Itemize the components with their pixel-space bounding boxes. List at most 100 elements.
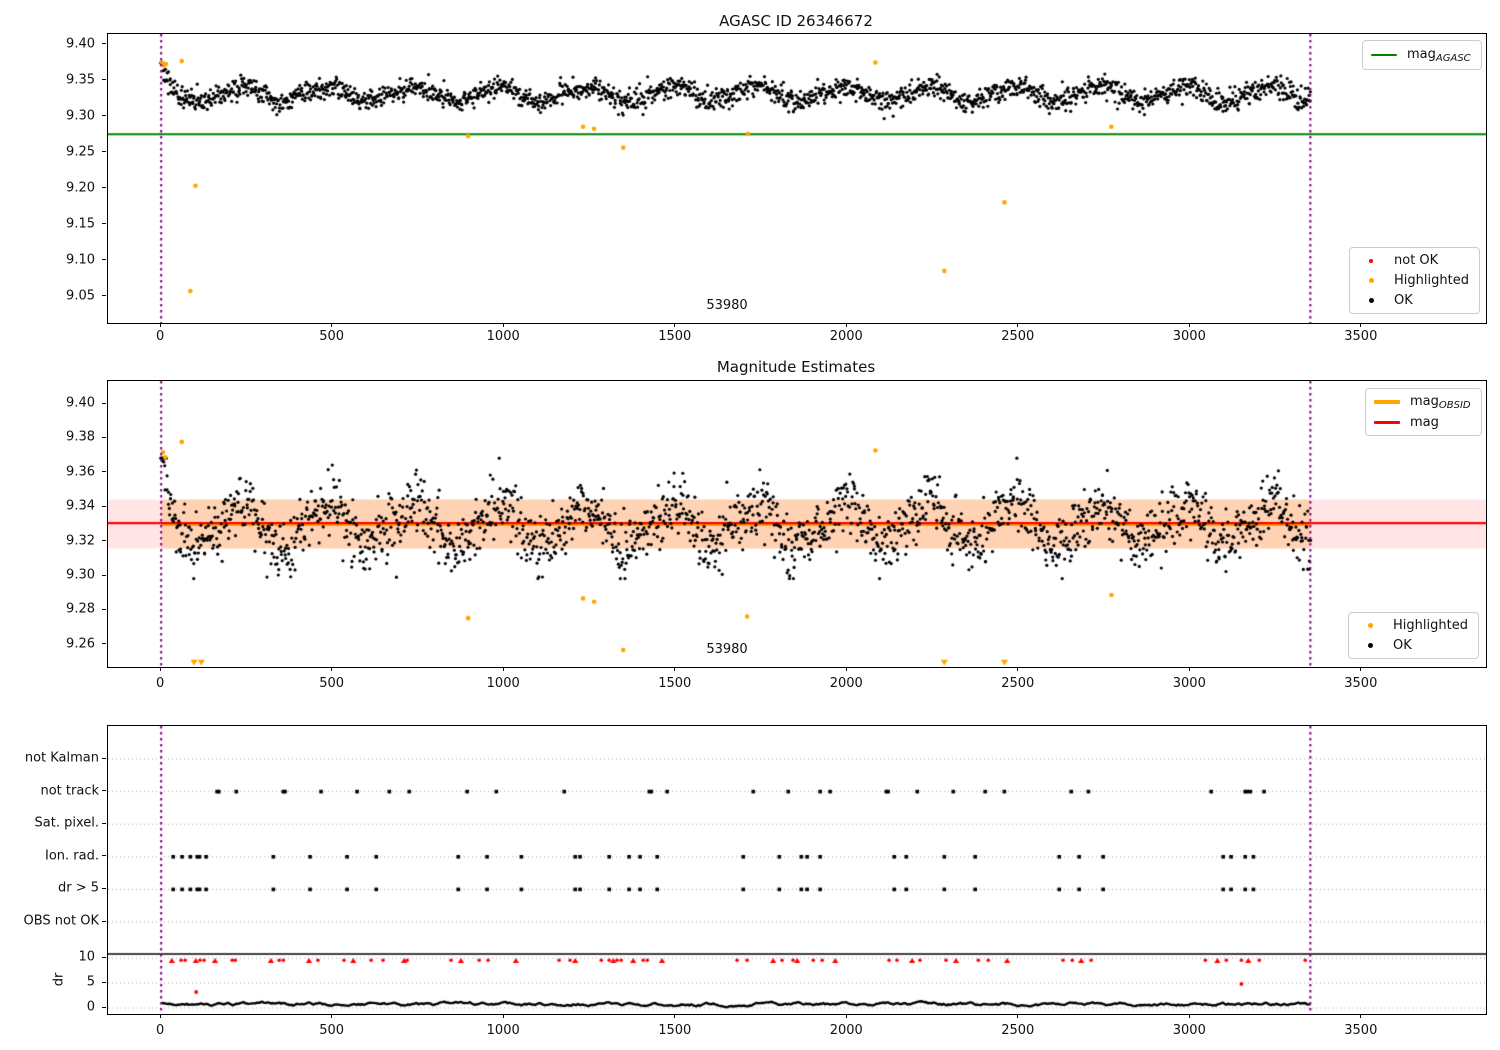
- dr-tick-label: 5: [86, 974, 95, 990]
- x-tick-label: 3500: [1344, 329, 1378, 344]
- plot2-data-canvas: [108, 381, 1486, 667]
- x-tick-label: 1500: [658, 1023, 692, 1038]
- plot1-title: AGASC ID 26346672: [719, 12, 873, 30]
- x-tick-label: 1000: [486, 676, 520, 691]
- x-tick-label: 500: [319, 676, 345, 691]
- legend-dot-icon: [1368, 298, 1374, 303]
- x-tick-label: 3000: [1172, 329, 1206, 344]
- legend-label: not OK: [1394, 253, 1439, 268]
- y-tick-label: 9.20: [66, 180, 95, 196]
- legend-dot-icon: [1368, 278, 1374, 283]
- dr-tick-label: 10: [78, 949, 95, 965]
- legend-line-swatch: [1374, 400, 1400, 404]
- y-tick-mark: [102, 540, 106, 542]
- x-tick-mark: [674, 1014, 676, 1018]
- y-tick-label: 9.30: [66, 567, 95, 583]
- plot1-data-canvas: [108, 34, 1486, 323]
- plot2-title: Magnitude Estimates: [716, 358, 876, 376]
- x-tick-label: 3500: [1344, 676, 1378, 691]
- x-tick-mark: [1017, 323, 1019, 327]
- x-tick-mark: [845, 323, 847, 327]
- y-tick-mark: [102, 643, 106, 645]
- legend-label: Highlighted: [1393, 618, 1468, 633]
- legend-entry: OK: [1357, 637, 1468, 654]
- x-tick-mark: [1017, 1014, 1019, 1018]
- y-tick-label: 9.40: [66, 36, 95, 52]
- x-tick-mark: [502, 1014, 504, 1018]
- y-tick-mark: [102, 402, 106, 404]
- x-tick-mark: [331, 1014, 333, 1018]
- legend-entry: Highlighted: [1357, 617, 1468, 634]
- flag-row-label: dr > 5: [57, 880, 99, 896]
- x-tick-mark: [1188, 1014, 1190, 1018]
- y-tick-mark: [102, 920, 106, 922]
- x-tick-label: 2500: [1001, 329, 1035, 344]
- legend-entry: mag: [1374, 414, 1471, 431]
- legend-dot-icon: [1367, 643, 1373, 648]
- y-tick-mark: [102, 43, 106, 45]
- y-tick-mark: [102, 436, 106, 438]
- figure-canvas: AGASC ID 26346672 Magnitude Estimates 53…: [0, 0, 1500, 1050]
- y-tick-label: 9.10: [66, 252, 95, 268]
- x-tick-mark: [331, 667, 333, 671]
- legend-label: magAGASC: [1407, 47, 1471, 64]
- x-tick-mark: [845, 1014, 847, 1018]
- legend-dot-swatch: [1358, 298, 1384, 303]
- y-tick-mark: [102, 608, 106, 610]
- plot2-obsid-annotation: 53980: [706, 642, 748, 657]
- x-tick-mark: [1360, 323, 1362, 327]
- y-tick-mark: [102, 956, 106, 958]
- x-tick-mark: [331, 323, 333, 327]
- x-tick-label: 3000: [1172, 676, 1206, 691]
- legend-dot-swatch: [1358, 278, 1384, 283]
- y-tick-label: 9.05: [66, 288, 95, 304]
- y-tick-mark: [102, 855, 106, 857]
- y-tick-mark: [102, 1006, 106, 1008]
- y-tick-label: 9.26: [66, 636, 95, 652]
- legend-line-icon: [1374, 400, 1400, 404]
- x-tick-label: 500: [319, 1023, 345, 1038]
- legend-label-subscript: OBSID: [1438, 400, 1471, 411]
- y-tick-mark: [102, 295, 106, 297]
- x-tick-label: 1000: [486, 1023, 520, 1038]
- flag-row-label: Sat. pixel.: [34, 815, 99, 831]
- plot1-obsid-annotation: 53980: [706, 298, 748, 313]
- legend-label: OK: [1394, 293, 1413, 308]
- x-tick-mark: [502, 667, 504, 671]
- y-tick-mark: [102, 790, 106, 792]
- dr-tick-label: 0: [86, 999, 95, 1015]
- x-tick-mark: [502, 323, 504, 327]
- y-tick-label: 9.38: [66, 429, 95, 445]
- plot2-mag-estimates-axes: [107, 380, 1487, 668]
- y-tick-mark: [102, 115, 106, 117]
- x-tick-label: 3500: [1344, 1023, 1378, 1038]
- y-tick-label: 9.28: [66, 601, 95, 617]
- plot3-flags-axes: [107, 725, 1487, 1015]
- legend-entry: OK: [1358, 292, 1469, 309]
- x-tick-label: 2500: [1001, 1023, 1035, 1038]
- x-tick-mark: [1017, 667, 1019, 671]
- x-tick-label: 500: [319, 329, 345, 344]
- y-tick-label: 9.30: [66, 108, 95, 124]
- y-tick-mark: [102, 151, 106, 153]
- legend-label: Highlighted: [1394, 273, 1469, 288]
- x-tick-mark: [1188, 667, 1190, 671]
- x-tick-mark: [674, 323, 676, 327]
- legend-dot-icon: [1369, 258, 1373, 263]
- y-tick-mark: [102, 187, 106, 189]
- y-tick-mark: [102, 79, 106, 81]
- y-tick-label: 9.34: [66, 498, 95, 514]
- legend-label: magOBSID: [1410, 394, 1471, 411]
- y-tick-mark: [102, 887, 106, 889]
- x-tick-mark: [1188, 323, 1190, 327]
- plot2-legend-mag-lines: magOBSID mag: [1365, 388, 1482, 436]
- legend-entry: not OK: [1358, 252, 1469, 269]
- legend-dot-swatch: [1357, 623, 1383, 628]
- x-tick-mark: [1360, 1014, 1362, 1018]
- legend-entry: magOBSID: [1374, 393, 1471, 411]
- flag-row-label: not Kalman: [24, 750, 99, 766]
- y-tick-label: 9.15: [66, 216, 95, 232]
- x-tick-mark: [159, 667, 161, 671]
- x-tick-label: 2500: [1001, 676, 1035, 691]
- y-tick-mark: [102, 505, 106, 507]
